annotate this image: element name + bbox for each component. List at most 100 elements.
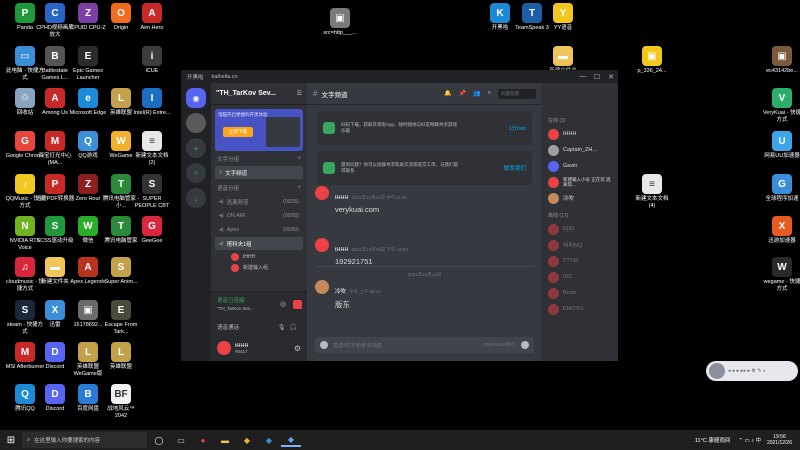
weather-label[interactable]: 11°C 康娅雨间 — [695, 436, 730, 444]
desktop-icon[interactable]: I Intel(R) Extre... — [132, 88, 172, 117]
feedback-input[interactable]: 问题反馈 — [498, 88, 536, 99]
member-item[interactable]: 叼叼 — [542, 221, 618, 237]
pin-icon[interactable]: 📌 — [459, 90, 466, 97]
emoji-icon[interactable] — [521, 341, 529, 349]
floating-toolbar[interactable]: ◂ ◂ ◂ ◂ ▸ ▸ ⚙ ✎ ⌕ — [706, 361, 798, 381]
system-message-link[interactable]: 1分/ain — [509, 124, 526, 132]
voice-settings-icon[interactable]: ◎ — [280, 300, 289, 309]
member-item[interactable]: 冷吹 — [542, 190, 618, 206]
channel-category[interactable]: 文字分组 + — [211, 151, 307, 165]
message-author[interactable]: tHHH — [335, 195, 348, 201]
desktop-icon[interactable]: U 网易UU加速器 — [762, 131, 800, 160]
desktop-icon[interactable]: S Super Anim... — [101, 257, 141, 286]
channel-sidebar: "TH_TarKov Sev... ☰ 电脑开启便捷的开黑体验 立即下载 文字分… — [211, 83, 307, 361]
menu-icon[interactable]: ☰ — [297, 90, 302, 97]
member-item[interactable]: EMOYU — [542, 301, 618, 317]
server-icon[interactable] — [186, 113, 206, 133]
channel-item[interactable]: ◂) ON AIR (00/50) — [215, 209, 303, 222]
mic-headset-icons[interactable]: 🎙🎧 — [278, 324, 301, 331]
add-channel-icon[interactable]: + — [297, 185, 301, 191]
desktop-icon[interactable]: Wwegame - 快捷方式 — [762, 257, 800, 292]
server-header[interactable]: "TH_TarKov Sev... ☰ — [211, 83, 307, 105]
app-icon[interactable]: ◆ — [259, 433, 279, 447]
desktop-icon[interactable]: E Epic Games Launcher — [68, 46, 108, 81]
explore-icon[interactable]: ⌕ — [186, 163, 206, 183]
avatar[interactable] — [217, 341, 231, 355]
member-item[interactable]: ISO — [542, 269, 618, 285]
app-icon: G — [142, 216, 162, 236]
kaiheila-taskbar-icon[interactable]: ◆ — [281, 433, 301, 447]
voice-user[interactable]: 新建输入组 — [231, 262, 303, 273]
desktop-icon[interactable]: S SUPER PEOPLE CBT — [132, 174, 172, 209]
members-icon[interactable]: 👥 — [473, 90, 480, 97]
channel-category[interactable]: 语音分组 + — [211, 180, 307, 194]
system-message-link[interactable]: 联系我们 — [504, 164, 526, 172]
app-domain: kaiheila.cn — [211, 73, 238, 80]
search-icon[interactable]: ⌕ — [488, 90, 491, 97]
task-view-icon[interactable]: ◯ — [149, 433, 169, 447]
desktop-icon[interactable]: L 英雄联盟 — [101, 342, 141, 371]
chat-message: tHHH 2021年12月26日 下午 19:59 192921751 — [315, 238, 408, 266]
folder-icon[interactable]: ▬ — [215, 433, 235, 447]
add-channel-icon[interactable]: + — [297, 156, 301, 162]
maximize-button[interactable]: ☐ — [590, 73, 604, 81]
desktop-icon-label: VeryKuai - 快捷方式 — [763, 110, 800, 123]
desktop-icon[interactable]: G 全球程序加速 — [762, 174, 800, 203]
file-explorer-icon[interactable]: ▭ — [171, 433, 191, 447]
member-item[interactable]: TTYM — [542, 253, 618, 269]
member-item[interactable]: tHHH — [542, 126, 618, 142]
avatar[interactable] — [709, 363, 725, 379]
banner-download-button[interactable]: 立即下载 — [223, 127, 253, 137]
app-icon: Q — [78, 131, 98, 151]
channel-item[interactable]: ◂) 逃离频道 (00/25) — [215, 195, 303, 208]
message-author[interactable]: 冷吹 — [335, 289, 346, 295]
online-members: tHHH Captain_ZH... Gavin 新建输入小号 正在玩 逃离塔... 冷… — [542, 126, 618, 206]
avatar — [548, 176, 559, 188]
disconnect-icon[interactable] — [293, 300, 302, 309]
desktop-icon[interactable]: BF 战地风云™ 2042 — [101, 384, 141, 419]
desktop-icon[interactable]: ▣ src=http___... — [320, 8, 360, 37]
channel-item[interactable]: ◂) 塔科夫1组 — [215, 237, 303, 250]
channel-item[interactable]: ◂) Apex (00/50) — [215, 223, 303, 236]
chrome-icon[interactable]: ● — [193, 433, 213, 447]
gear-icon[interactable]: ⚙ — [294, 344, 301, 353]
desktop-icon[interactable]: i iCUE — [132, 46, 172, 75]
member-item[interactable]: 新建输入小号 正在玩 逃离塔... — [542, 174, 618, 190]
desktop-icon[interactable]: ▣ ec43142be... — [762, 46, 800, 75]
avatar[interactable] — [315, 186, 329, 200]
desktop-icon[interactable]: G GeeGee — [132, 216, 172, 245]
close-button[interactable]: ✕ — [604, 73, 618, 81]
member-item[interactable]: Beatt — [542, 285, 618, 301]
desktop-icon-label: 战地风云™ 2042 — [107, 406, 135, 419]
attach-icon[interactable] — [320, 341, 328, 349]
desktop-icon[interactable]: V VeryKuai - 快捷方式 — [762, 88, 800, 123]
desktop-icon[interactable]: ≡ 新建文本文档 (4) — [632, 174, 672, 209]
desktop-icon[interactable]: ▣ p_336_24... — [632, 46, 672, 75]
desktop-icon-label: wegame - 快捷方式 — [763, 279, 800, 292]
taskbar-search[interactable]: ⌕ 在这里输入你要搜索的内容 — [22, 432, 147, 448]
windows-start-icon[interactable]: ⊞ — [0, 435, 22, 446]
toolbar-icons[interactable]: ◂ ◂ ◂ ◂ ▸ ▸ ⚙ ✎ ⌕ — [728, 368, 766, 374]
desktop-icon[interactable]: X 迅游加速器 — [762, 216, 800, 245]
add-server-icon[interactable]: + — [186, 138, 206, 158]
desktop-icon[interactable]: Y YY语音 — [543, 3, 583, 32]
home-icon[interactable]: ◉ — [186, 88, 206, 108]
member-item[interactable]: Captain_ZH... — [542, 142, 618, 158]
member-item[interactable]: 叫叫NQ — [542, 237, 618, 253]
desktop-icon[interactable]: ≡ 新建文本文档 (2) — [132, 131, 172, 166]
message-composer[interactable]: 发送#文字频道 的消息 Shift+Enter换行 — [315, 337, 534, 353]
member-item[interactable]: Gavin — [542, 158, 618, 174]
download-icon[interactable]: ↓ — [186, 188, 206, 208]
minimize-button[interactable]: — — [576, 73, 590, 81]
desktop-icon[interactable]: A Aim Hero — [132, 3, 172, 32]
voice-user[interactable]: tHHH — [231, 251, 303, 262]
system-messages: 扫码下载，获取开黑啦App，随时随地与好友畅聊共享游戏乐趣 1分/ain 遇到问题？… — [307, 111, 542, 185]
avatar[interactable] — [315, 238, 329, 252]
app-icon[interactable]: ◆ — [237, 433, 257, 447]
mute-icon[interactable]: 🔔 — [444, 90, 451, 97]
desktop-icon[interactable]: E Escape From Tark... — [101, 300, 141, 335]
channel-item[interactable]: # 文字频道 — [215, 166, 303, 179]
clock[interactable]: 19:56 2021/12/26 — [767, 434, 792, 446]
tray-icons[interactable]: ⌃ ▭ ♪ 中 — [738, 436, 761, 444]
message-author[interactable]: tHHH — [335, 247, 348, 253]
